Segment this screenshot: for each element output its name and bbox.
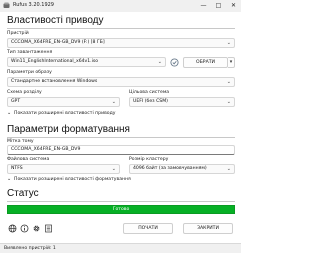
device-label: Пристрій xyxy=(7,31,29,36)
chevron-down-icon: ⌄ xyxy=(226,79,231,85)
chevron-down-icon: ⌄ xyxy=(7,110,12,116)
rufus-app-icon xyxy=(3,2,10,8)
format-options-heading: Параметри форматування xyxy=(7,124,130,135)
window-title: Rufus 3.20.1929 xyxy=(13,2,54,8)
boot-type-label: Тип завантаження xyxy=(7,50,53,55)
globe-icon[interactable] xyxy=(8,224,17,233)
target-system-value: UEFI (без CSM) xyxy=(133,99,168,104)
minimize-icon[interactable]: — xyxy=(196,0,211,12)
status-bar-text: Виявлено пристрій: 1 xyxy=(4,246,56,251)
partition-scheme-label: Схема розділу xyxy=(7,90,42,95)
chevron-down-icon: ⌄ xyxy=(111,99,116,105)
partition-scheme-value: GPT xyxy=(11,99,21,104)
chevron-down-icon: ⌄ xyxy=(226,166,231,172)
select-dropdown-arrow-icon[interactable]: ▾ xyxy=(228,57,235,68)
start-button[interactable]: ПОЧАТИ xyxy=(123,223,173,234)
select-button[interactable]: ОБРАТИ xyxy=(183,57,228,68)
cluster-size-select[interactable]: 4096 байт (за замовчуванням) ⌄ xyxy=(129,164,235,174)
advanced-format-label: Показати розширені властивості форматува… xyxy=(14,177,131,182)
show-advanced-drive-toggle[interactable]: ⌄ Показати розширені властивості приводу xyxy=(7,110,116,117)
status-heading: Статус xyxy=(7,188,39,199)
log-icon[interactable] xyxy=(44,224,53,233)
check-circle-icon[interactable] xyxy=(170,58,179,67)
chevron-down-icon: ⌄ xyxy=(7,176,12,182)
advanced-drive-label: Показати розширені властивості приводу xyxy=(14,111,116,116)
boot-type-select[interactable]: Win11_EnglishInternational_x64v1.iso ⌄ xyxy=(7,57,166,67)
image-option-value: Стандартне встановлення Windows xyxy=(11,79,98,84)
chevron-down-icon: ⌄ xyxy=(157,59,162,65)
volume-label-input[interactable]: CCCOMA_X64FRE_EN-GB_DV9 xyxy=(7,145,235,155)
show-advanced-format-toggle[interactable]: ⌄ Показати розширені властивості форматув… xyxy=(7,176,131,183)
progress-bar: Готово xyxy=(7,205,235,214)
info-icon[interactable] xyxy=(20,224,29,233)
drive-properties-heading: Властивості приводу xyxy=(7,15,104,26)
chevron-down-icon: ⌄ xyxy=(111,166,116,172)
settings-icon[interactable] xyxy=(32,224,41,233)
partition-scheme-select[interactable]: GPT ⌄ xyxy=(7,97,120,107)
section-divider xyxy=(7,201,235,202)
cluster-size-label: Розмір кластеру xyxy=(129,157,169,162)
section-divider xyxy=(7,28,235,29)
chevron-down-icon: ⌄ xyxy=(226,99,231,105)
progress-status-text: Готово xyxy=(112,207,130,212)
section-divider xyxy=(7,137,235,138)
file-system-label: Файлова система xyxy=(7,157,50,162)
file-system-value: NTFS xyxy=(11,166,23,171)
title-bar: Rufus 3.20.1929 — □ ✕ xyxy=(0,0,241,12)
cluster-size-value: 4096 байт (за замовчуванням) xyxy=(133,166,207,171)
close-icon[interactable]: ✕ xyxy=(226,0,241,12)
maximize-icon[interactable]: □ xyxy=(211,0,226,12)
device-select[interactable]: CCCOMA_X64FRE_EN-GB_DV9 (F:) [8 ГБ] ⌄ xyxy=(7,38,235,48)
device-value: CCCOMA_X64FRE_EN-GB_DV9 (F:) [8 ГБ] xyxy=(11,40,105,45)
image-option-label: Параметри образу xyxy=(7,70,52,75)
chevron-down-icon: ⌄ xyxy=(226,40,231,46)
boot-type-value: Win11_EnglishInternational_x64v1.iso xyxy=(11,59,99,64)
target-system-select[interactable]: UEFI (без CSM) ⌄ xyxy=(129,97,235,107)
file-system-select[interactable]: NTFS ⌄ xyxy=(7,164,120,174)
target-system-label: Цільова система xyxy=(129,90,170,95)
status-bar: Виявлено пристрій: 1 xyxy=(0,243,241,253)
image-option-select[interactable]: Стандартне встановлення Windows ⌄ xyxy=(7,77,235,87)
close-button[interactable]: ЗАКРИТИ xyxy=(183,223,233,234)
